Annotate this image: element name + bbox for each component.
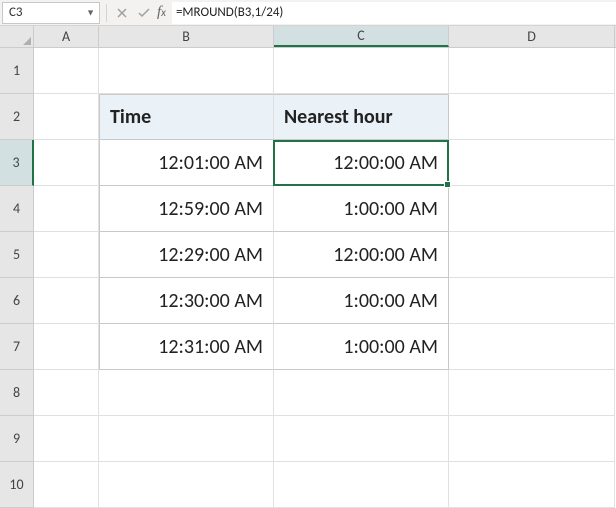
cell-B6[interactable]: 12:30:00 AM: [99, 278, 274, 324]
row-header-9[interactable]: 9: [0, 416, 34, 462]
row-1: 1: [0, 48, 616, 94]
cell-B7[interactable]: 12:31:00 AM: [99, 324, 274, 370]
row-header-7[interactable]: 7: [0, 324, 34, 370]
cell-C10[interactable]: [274, 462, 449, 508]
row-header-5[interactable]: 5: [0, 232, 34, 278]
cell-B3[interactable]: 12:01:00 AM: [99, 140, 274, 186]
separator: [106, 4, 107, 22]
cell-D8[interactable]: [449, 370, 615, 416]
cell-A6[interactable]: [34, 278, 99, 324]
cell-C9[interactable]: [274, 416, 449, 462]
cell-B1[interactable]: [99, 48, 274, 94]
cell-A8[interactable]: [34, 370, 99, 416]
row-7: 7 12:31:00 AM 1:00:00 AM: [0, 324, 616, 370]
cell-C1[interactable]: [274, 48, 449, 94]
column-header-A[interactable]: A: [34, 26, 99, 47]
row-3: 3 12:01:00 AM 12:00:00 AM: [0, 140, 616, 186]
row-header-8[interactable]: 8: [0, 370, 34, 416]
dropdown-icon[interactable]: ▼: [86, 7, 95, 18]
cell-B5[interactable]: 12:29:00 AM: [99, 232, 274, 278]
cell-D2[interactable]: [449, 94, 615, 140]
formula-input[interactable]: =MROUND(B3,1/24): [172, 2, 616, 24]
column-header-D[interactable]: D: [449, 26, 615, 47]
fx-icon[interactable]: fx: [157, 4, 166, 21]
column-header-B[interactable]: B: [99, 26, 274, 47]
cell-C3[interactable]: 12:00:00 AM: [274, 140, 449, 186]
cell-A7[interactable]: [34, 324, 99, 370]
row-header-2[interactable]: 2: [0, 94, 34, 140]
cell-D7[interactable]: [449, 324, 615, 370]
row-4: 4 12:59:00 AM 1:00:00 AM: [0, 186, 616, 232]
row-header-3[interactable]: 3: [0, 140, 34, 186]
cell-D9[interactable]: [449, 416, 615, 462]
cell-A9[interactable]: [34, 416, 99, 462]
row-10: 10: [0, 462, 616, 508]
row-2: 2 Time Nearest hour: [0, 94, 616, 140]
row-header-10[interactable]: 10: [0, 462, 34, 508]
cancel-icon[interactable]: [111, 2, 133, 24]
select-all-corner[interactable]: [0, 26, 34, 47]
cell-C6[interactable]: 1:00:00 AM: [274, 278, 449, 324]
column-header-row: A B C D: [0, 26, 616, 48]
row-8: 8: [0, 370, 616, 416]
column-header-C[interactable]: C: [274, 26, 449, 47]
cell-D10[interactable]: [449, 462, 615, 508]
cell-D3[interactable]: [449, 140, 615, 186]
cell-C5[interactable]: 12:00:00 AM: [274, 232, 449, 278]
cell-A10[interactable]: [34, 462, 99, 508]
cell-B9[interactable]: [99, 416, 274, 462]
row-header-6[interactable]: 6: [0, 278, 34, 324]
name-box[interactable]: C3 ▼: [2, 2, 100, 24]
cell-A5[interactable]: [34, 232, 99, 278]
row-header-1[interactable]: 1: [0, 48, 34, 94]
spreadsheet-grid: A B C D 1 2 Time Nearest hour 3 12:01:00…: [0, 26, 616, 508]
enter-icon[interactable]: [133, 2, 155, 24]
name-box-value: C3: [9, 5, 23, 20]
cell-C7[interactable]: 1:00:00 AM: [274, 324, 449, 370]
cell-B10[interactable]: [99, 462, 274, 508]
table-header-time[interactable]: Time: [99, 94, 274, 140]
row-5: 5 12:29:00 AM 12:00:00 AM: [0, 232, 616, 278]
formula-text: =MROUND(B3,1/24): [176, 5, 283, 20]
cell-A3[interactable]: [34, 140, 99, 186]
row-9: 9: [0, 416, 616, 462]
cell-B4[interactable]: 12:59:00 AM: [99, 186, 274, 232]
cell-A1[interactable]: [34, 48, 99, 94]
formula-bar: C3 ▼ fx =MROUND(B3,1/24): [0, 0, 616, 26]
cell-D5[interactable]: [449, 232, 615, 278]
cell-C4[interactable]: 1:00:00 AM: [274, 186, 449, 232]
cell-D4[interactable]: [449, 186, 615, 232]
cell-A2[interactable]: [34, 94, 99, 140]
cell-D1[interactable]: [449, 48, 615, 94]
row-header-4[interactable]: 4: [0, 186, 34, 232]
row-6: 6 12:30:00 AM 1:00:00 AM: [0, 278, 616, 324]
cell-B8[interactable]: [99, 370, 274, 416]
table-header-nearest[interactable]: Nearest hour: [274, 94, 449, 140]
cell-D6[interactable]: [449, 278, 615, 324]
cell-C8[interactable]: [274, 370, 449, 416]
cell-A4[interactable]: [34, 186, 99, 232]
